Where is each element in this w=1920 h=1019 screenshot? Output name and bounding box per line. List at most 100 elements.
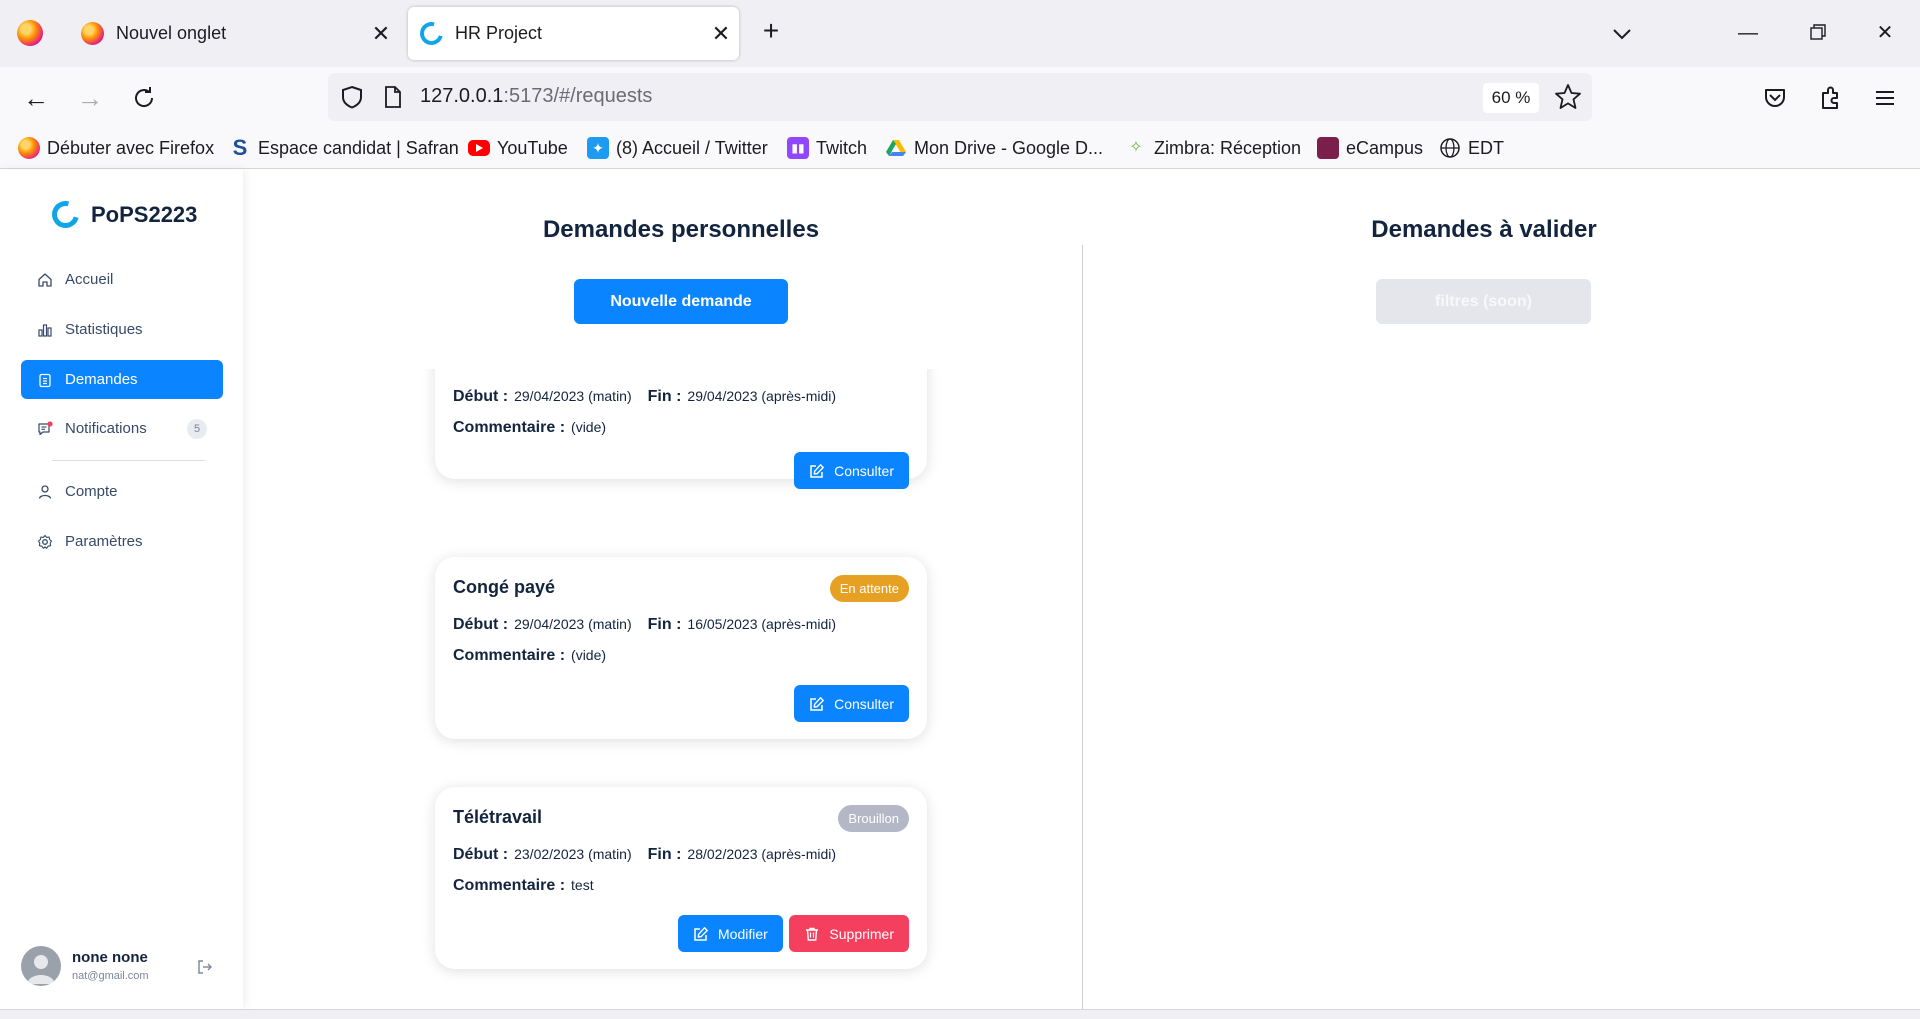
zimbra-icon: ✧ [1129,139,1143,156]
sidebar: PoPS2223 Accueil Statistiques Demandes N… [0,169,243,1009]
minimize-window-icon[interactable]: — [1728,15,1768,51]
brand[interactable]: PoPS2223 [47,196,198,233]
request-type: Congé payé [453,577,556,597]
consult-button[interactable]: Consulter [794,685,909,722]
sidebar-item-notifications[interactable]: Notifications 5 [21,409,223,448]
request-type: Télétravail [453,807,543,827]
url-bar[interactable]: 127.0.0.1:5173/#/requests 60 % [328,73,1592,121]
clipboard-icon [39,373,51,387]
bookmark-star-icon[interactable] [1552,81,1584,113]
list-all-tabs-icon[interactable] [1606,18,1638,50]
twitch-icon: ▮▮ [787,137,809,159]
page-info-icon[interactable] [382,85,404,109]
tab-title: Nouvel onglet [116,23,227,43]
app-page: PoPS2223 Accueil Statistiques Demandes N… [0,169,1920,1009]
safran-icon: S [232,135,248,160]
sidebar-item-label: Compte [65,483,118,500]
bookmark-twitch[interactable]: ▮▮ Twitch [787,135,867,161]
home-icon [38,272,52,287]
app-logo-icon [415,17,448,50]
sidebar-item-accueil[interactable]: Accueil [21,260,223,299]
back-icon[interactable]: ← [18,81,54,115]
sidebar-item-label: Demandes [65,371,138,388]
edit-icon [810,463,824,478]
request-card: Début :29/04/2023 (matin) Fin :29/04/2023… [435,369,927,489]
sidebar-item-label: Statistiques [65,321,143,338]
modify-button[interactable]: Modifier [678,915,783,952]
avatar[interactable] [21,946,61,986]
restore-window-icon[interactable] [1797,15,1837,51]
tab-title: HR Project [455,23,543,43]
app-logo-icon [47,196,84,233]
browser-tab-bar: Nouvel onglet ✕ HR Project ✕ + — ✕ [0,0,1920,67]
zoom-level-badge[interactable]: 60 % [1483,83,1539,113]
trash-icon [806,927,819,941]
stats-icon [38,323,52,337]
url-text[interactable]: 127.0.0.1:5173/#/requests [420,85,652,108]
sidebar-item-label: Paramètres [65,533,143,550]
status-badge: Brouillon [838,805,909,832]
tracking-protection-icon[interactable] [338,83,366,111]
column-divider [1082,245,1083,1009]
sidebar-item-statistiques[interactable]: Statistiques [21,310,223,349]
firefox-menu-icon[interactable] [17,20,43,46]
browser-tab-new-tab[interactable]: Nouvel onglet ✕ [69,7,399,60]
sidebar-item-label: Accueil [65,271,114,288]
close-window-icon[interactable]: ✕ [1865,15,1905,51]
bookmark-youtube[interactable]: YouTube [468,135,568,161]
sidebar-item-compte[interactable]: Compte [21,472,223,511]
request-dates: Début :23/02/2023 (matin) Fin :28/02/2023… [453,846,837,863]
extensions-icon[interactable] [1815,83,1845,113]
delete-button[interactable]: Supprimer [789,915,909,952]
bookmark-zimbra[interactable]: ✧ Zimbra: Réception [1125,135,1301,161]
bookmark-twitter[interactable]: ✦ (8) Accueil / Twitter [587,135,768,161]
new-tab-icon[interactable]: + [755,16,787,48]
consult-button[interactable]: Consulter [794,452,909,489]
browser-nav-bar: ← → 127.0.0.1:5173/#/requests 60 % [0,67,1920,127]
new-request-button[interactable]: Nouvelle demande [574,279,788,324]
edit-icon [694,926,708,941]
bookmarks-toolbar: Débuter avec Firefox S Espace candidat |… [0,127,1920,169]
close-tab-icon[interactable]: ✕ [703,21,739,47]
status-badge: En attente [829,575,909,602]
firefox-icon [81,22,104,45]
logout-icon[interactable] [195,957,215,977]
request-comment: Commentaire : test [453,877,594,894]
requests-to-validate-title: Demandes à valider [1371,216,1597,243]
requests-list[interactable]: Début :29/04/2023 (matin) Fin :29/04/2023… [420,369,940,1009]
notification-icon [38,420,53,435]
reload-icon[interactable] [126,81,162,115]
twitter-icon: ✦ [587,137,609,159]
user-email: nat@gmail.com [72,970,149,982]
youtube-icon [468,140,490,156]
sidebar-divider [52,460,205,461]
request-comment: Commentaire : (vide) [453,419,607,436]
sidebar-item-demandes[interactable]: Demandes [21,360,223,399]
notification-count-badge: 5 [187,419,207,439]
request-card: Télétravail Brouillon Début :23/02/2023 … [435,787,927,969]
request-comment: Commentaire : (vide) [453,647,607,664]
browser-tab-hr-project[interactable]: HR Project ✕ [408,7,739,60]
bookmark-google-drive[interactable]: Mon Drive - Google D... [885,135,1103,161]
request-dates: Début :29/04/2023 (matin) Fin :16/05/2023… [453,616,837,633]
ecampus-icon [1317,137,1339,159]
forward-icon[interactable]: → [72,81,108,115]
google-drive-icon [886,140,906,156]
personal-requests-title: Demandes personnelles [542,216,820,243]
sidebar-item-parametres[interactable]: Paramètres [21,522,223,561]
close-tab-icon[interactable]: ✕ [363,21,399,47]
avatar-placeholder-icon [27,955,55,984]
pocket-icon[interactable] [1760,83,1790,113]
bookmark-safran[interactable]: S Espace candidat | Safran [229,135,459,161]
bookmark-debuter-firefox[interactable]: Débuter avec Firefox [18,135,214,161]
bookmark-edt[interactable]: EDT [1439,135,1504,161]
request-dates: Début :29/04/2023 (matin) Fin :29/04/2023… [453,388,837,405]
sidebar-item-label: Notifications [65,420,147,437]
settings-icon [37,534,53,549]
brand-name: PoPS2223 [91,201,198,227]
app-menu-icon[interactable] [1870,83,1900,113]
filters-button[interactable]: filtres (soon) [1376,279,1591,324]
bookmark-ecampus[interactable]: eCampus [1317,135,1423,161]
globe-icon [1440,138,1460,158]
request-card: Congé payé En attente Début :29/04/2023 … [435,557,927,739]
